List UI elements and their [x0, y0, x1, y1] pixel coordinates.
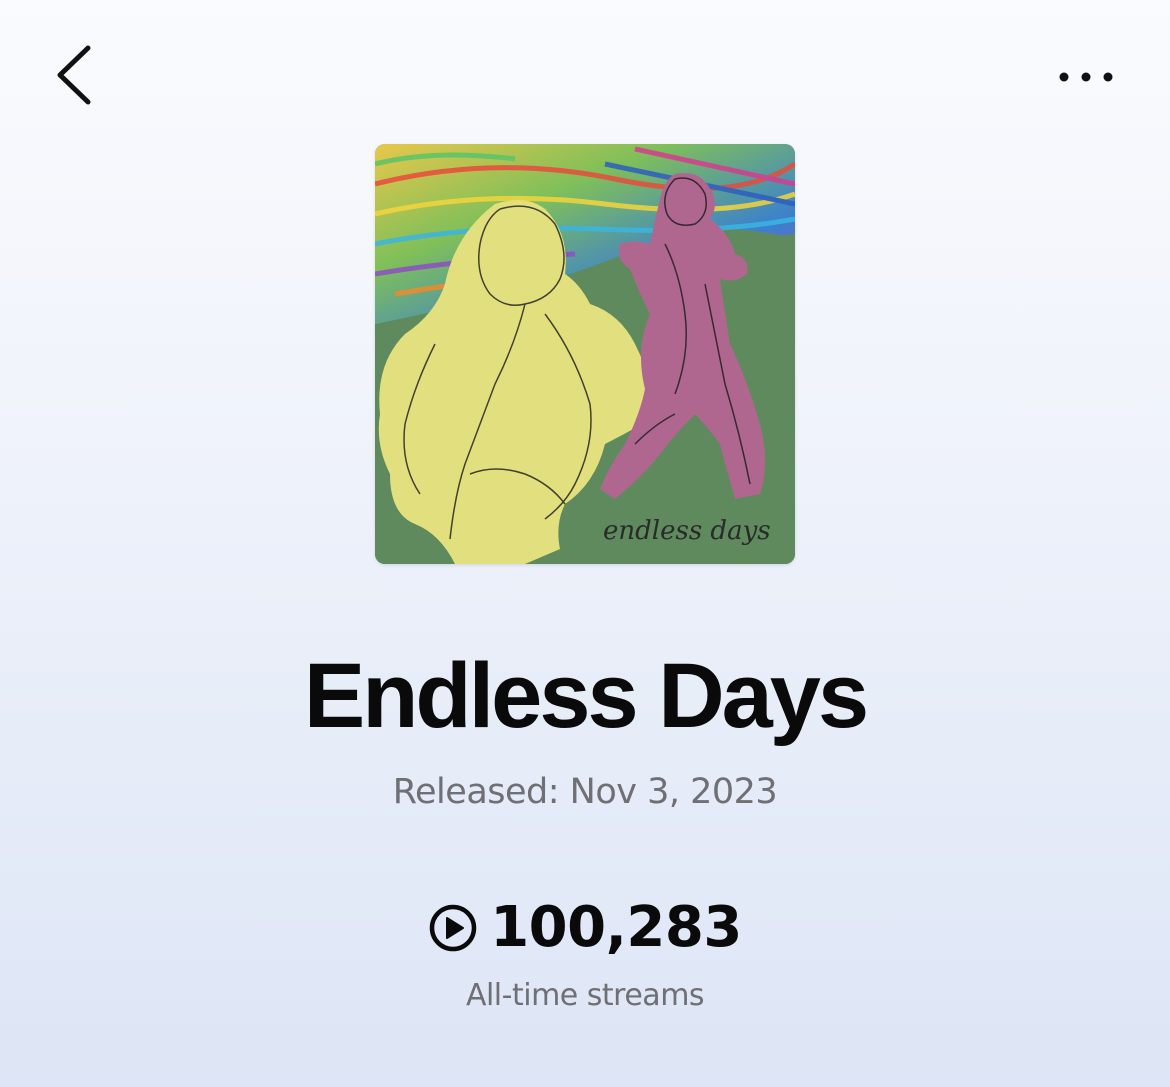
more-horizontal-icon	[1059, 72, 1113, 82]
release-date: Released: Nov 3, 2023	[392, 772, 778, 812]
streams-row: 100,283	[0, 895, 1170, 961]
more-options-button[interactable]	[1052, 60, 1122, 94]
streams-count: 100,283	[490, 895, 742, 960]
chevron-left-icon	[57, 45, 91, 105]
cover-handwritten-text: endless days	[603, 516, 771, 546]
back-button[interactable]	[50, 40, 100, 110]
play-circle-icon	[428, 903, 478, 953]
album-cover: endless days	[375, 144, 795, 564]
streams-label: All-time streams	[465, 978, 705, 1013]
album-title: Endless Days	[303, 645, 869, 747]
